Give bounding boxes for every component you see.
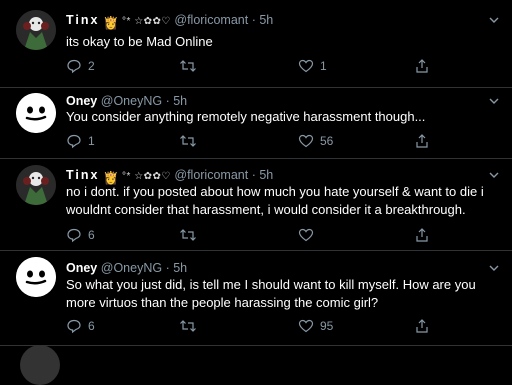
like-icon <box>298 319 314 333</box>
avatar[interactable] <box>20 345 60 385</box>
tweet-header: Tinx 👸 °* ☆✿✿♡ @floricomant · 5h <box>66 12 273 31</box>
like-icon <box>298 134 314 148</box>
handle[interactable]: @OneyNG <box>101 261 162 275</box>
name-decoration: °* ☆✿✿♡ <box>122 16 171 27</box>
chevron-down-icon[interactable] <box>488 14 500 26</box>
tweet[interactable]: Tinx 👸 °* ☆✿✿♡ @floricomant · 5h no i do… <box>0 159 512 251</box>
avatar-art-image <box>16 10 56 50</box>
handle[interactable]: @floricomant <box>174 168 248 182</box>
like-icon <box>298 59 314 73</box>
tweet[interactable]: Oney @OneyNG · 5h You consider anything … <box>0 88 512 159</box>
tweet-actions: 6 95 <box>66 318 486 336</box>
like-count: 56 <box>320 134 334 148</box>
tweet[interactable]: Tinx 👸 °* ☆✿✿♡ @floricomant · 5h its oka… <box>0 0 512 88</box>
like-icon <box>298 228 314 242</box>
reply-count: 1 <box>88 134 95 148</box>
timestamp[interactable]: 5h <box>259 168 273 182</box>
avatar[interactable] <box>16 165 56 205</box>
like-button[interactable] <box>298 227 320 243</box>
separator-dot: · <box>251 168 256 182</box>
display-name[interactable]: Tinx <box>66 168 99 182</box>
separator-dot: · <box>165 94 170 108</box>
avatar[interactable] <box>16 257 56 297</box>
retweet-icon <box>180 60 196 72</box>
like-button[interactable]: 56 <box>298 133 333 149</box>
avatar-art-image <box>16 165 56 205</box>
reply-count: 2 <box>88 59 95 73</box>
share-button[interactable] <box>414 133 430 149</box>
share-button[interactable] <box>414 318 430 334</box>
reply-button[interactable]: 1 <box>66 133 95 149</box>
name-decoration: °* ☆✿✿♡ <box>122 171 171 182</box>
like-button[interactable]: 1 <box>298 58 327 74</box>
tweet[interactable]: Oney @OneyNG · 5h So what you just did, … <box>0 251 512 346</box>
timestamp[interactable]: 5h <box>173 94 187 108</box>
retweet-button[interactable] <box>179 318 203 334</box>
tweet-actions: 2 1 <box>66 58 486 76</box>
like-button[interactable]: 95 <box>298 318 333 334</box>
display-name[interactable]: Oney <box>66 261 97 275</box>
tweet-text: its okay to be Mad Online <box>66 34 213 49</box>
reply-button[interactable]: 2 <box>66 58 95 74</box>
chevron-down-icon[interactable] <box>488 262 500 274</box>
tweet-header: Oney @OneyNG · 5h <box>66 93 187 109</box>
retweet-icon <box>180 320 196 332</box>
separator-dot: · <box>251 13 256 27</box>
avatar[interactable] <box>16 10 56 50</box>
reply-icon <box>67 59 81 74</box>
retweet-button[interactable] <box>179 58 203 74</box>
retweet-icon <box>180 229 196 241</box>
handle[interactable]: @OneyNG <box>101 94 162 108</box>
retweet-icon <box>180 135 196 147</box>
timestamp[interactable]: 5h <box>259 13 273 27</box>
reply-icon <box>67 319 81 334</box>
smiley-face-icon <box>16 93 56 133</box>
tweet-text: So what you just did, is tell me I shoul… <box>66 277 476 310</box>
share-icon <box>416 59 428 73</box>
display-name[interactable]: Tinx <box>66 13 99 27</box>
reply-button[interactable]: 6 <box>66 227 95 243</box>
reply-count: 6 <box>88 228 95 242</box>
tweet-header: Oney @OneyNG · 5h <box>66 260 187 276</box>
share-icon <box>416 319 428 333</box>
chevron-down-icon[interactable] <box>488 95 500 107</box>
chevron-down-icon[interactable] <box>488 169 500 181</box>
handle[interactable]: @floricomant <box>174 13 248 27</box>
like-count: 1 <box>320 59 327 73</box>
reply-icon <box>67 228 81 243</box>
tweet-actions: 6 <box>66 227 486 245</box>
display-name[interactable]: Oney <box>66 94 97 108</box>
share-icon <box>416 134 428 148</box>
reply-button[interactable]: 6 <box>66 318 95 334</box>
retweet-button[interactable] <box>179 133 203 149</box>
smiley-face-icon <box>16 257 56 297</box>
separator-dot: · <box>165 261 170 275</box>
share-icon <box>416 228 428 242</box>
like-count: 95 <box>320 319 334 333</box>
retweet-button[interactable] <box>179 227 203 243</box>
crown-emoji-icon: 👸 <box>102 16 119 30</box>
tweet-text: no i dont. if you posted about how much … <box>66 184 484 217</box>
share-button[interactable] <box>414 58 430 74</box>
reply-icon <box>67 134 81 149</box>
timestamp[interactable]: 5h <box>173 261 187 275</box>
tweet-text: You consider anything remotely negative … <box>66 109 426 124</box>
avatar[interactable] <box>16 93 56 133</box>
reply-count: 6 <box>88 319 95 333</box>
share-button[interactable] <box>414 227 430 243</box>
tweet-actions: 1 56 <box>66 133 486 151</box>
